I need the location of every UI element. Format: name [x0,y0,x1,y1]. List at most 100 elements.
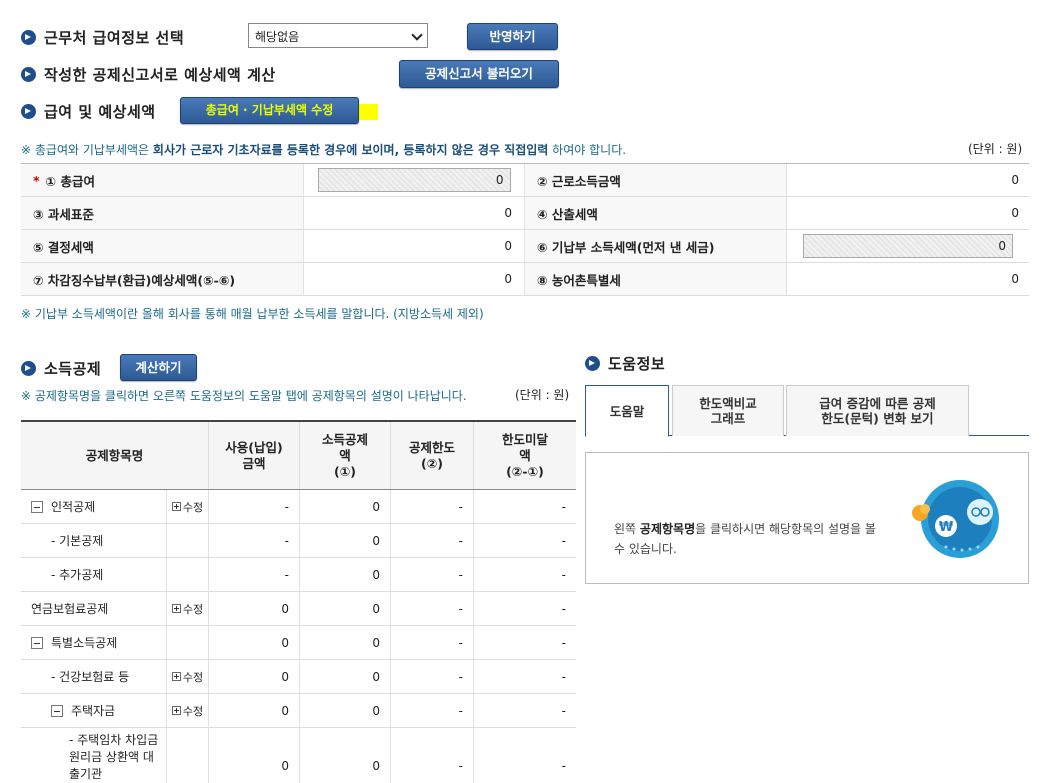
calculate-button[interactable]: 계산하기 [120,354,197,381]
item-name-cell[interactable]: 인적공제 [21,490,167,523]
load-declaration-button[interactable]: 공제신고서 불러오기 [399,60,559,88]
item-name-cell[interactable]: 특별소득공제 [21,626,167,659]
item-name[interactable]: - 추가공제 [21,558,167,591]
used-amount: 0 [209,660,300,693]
limit-amount: - [391,592,474,625]
minus-box-icon[interactable] [51,704,63,717]
arrow-bullet-icon [21,361,36,376]
plus-box-icon [171,706,181,715]
arrow-bullet-icon [21,30,36,45]
salary-label: ⑧ 농어촌특별세 [525,263,787,295]
help-text-part: 왼쪽 [614,522,640,536]
table-row: - 기본공제 - 0 - - [21,524,576,558]
edit-link[interactable]: 수정 [167,592,209,625]
required-mark: * [33,172,40,188]
table-row: 인적공제 수정 - 0 - - [21,490,576,524]
section-title: 작성한 공제신고서로 예상세액 계산 [44,66,276,84]
edit-cell [167,728,209,783]
salary-label: ③ 과세표준 [21,197,304,229]
input-value: 0 [495,173,504,187]
limit-amount: - [391,626,474,659]
used-amount: 0 [209,694,300,727]
edit-link[interactable]: 수정 [167,490,209,523]
salary-label: * ① 총급여 [21,164,304,196]
minus-box-icon[interactable] [31,500,43,513]
tab-threshold-change[interactable]: 급여 증감에 따른 공제 한도(문턱) 변화 보기 [786,385,969,436]
section-income-deduction: 소득공제 [21,358,101,379]
section-salary-estimate: 급여 및 예상세액 [21,101,156,122]
help-content-box: 왼쪽 공제항목명을 클릭하시면 해당항목의 설명을 볼 수 있습니다. ₩ [585,452,1029,584]
edit-link[interactable]: 수정 [167,660,209,693]
header-item-name: 공제항목명 [21,422,209,489]
item-name-cell[interactable]: 주택자금 [21,694,167,727]
edit-cell [167,558,209,591]
apply-button[interactable]: 반영하기 [467,23,558,50]
notice-text: 하여야 합니다. [548,143,627,157]
notice-bold: 회사가 근로자 기초자료를 등록한 경우에 보이며, 등록하지 않은 경우 직접… [152,143,549,157]
item-name[interactable]: 연금보험료공제 [21,592,167,625]
salary-label: ④ 산출세액 [525,197,787,229]
help-text-bold: 공제항목명 [639,522,696,536]
item-name[interactable]: - 주택임차 차입금 원리금 상환액 대출기관 [21,728,167,783]
salary-row: ③ 과세표준 0 ④ 산출세액 0 [21,197,1029,230]
notice-text: ※ 총급여와 기납부세액은 [21,143,153,157]
edit-link[interactable]: 수정 [167,694,209,727]
edit-label[interactable]: 수정 [183,669,203,685]
item-name[interactable]: 주택자금 [71,702,115,719]
plus-box-icon [171,604,181,613]
salary-value-cell: 0 [304,164,525,196]
total-salary-input[interactable]: 0 [317,168,511,192]
item-name[interactable]: - 기본공제 [21,524,167,557]
prepaid-tax-input[interactable]: 0 [803,234,1013,258]
table-header: 공제항목명 사용(납입) 금액 소득공제 액 (①) 공제한도 (②) 한도미달… [21,422,576,490]
section-title: 도움정보 [608,355,666,373]
deduction-notice: ※ 공제항목명을 클릭하면 오른쪽 도움정보의 도움말 탭에 공제항목의 설명이… [21,389,467,403]
minus-box-icon[interactable] [31,636,43,649]
remaining-amount: - [561,703,566,718]
unit-label: (단위 : 원) [968,142,1023,156]
deduction-amount: 0 [300,592,391,625]
used-amount: - [209,524,300,557]
edit-salary-button[interactable]: 총급여 · 기납부세액 수정 [180,97,359,124]
edit-label[interactable]: 수정 [183,601,203,617]
deduction-amount: 0 [300,626,391,659]
tab-limit-graph[interactable]: 한도액비교 그래프 [672,385,784,436]
plus-box-icon [171,502,181,511]
employer-select[interactable]: 해당없음 [248,23,428,48]
edit-label[interactable]: 수정 [183,499,203,515]
section-title: 급여 및 예상세액 [44,103,156,121]
table-row: - 추가공제 - 0 - - [21,558,576,592]
header-used-amount: 사용(납입) 금액 [209,422,300,489]
arrow-bullet-icon [21,67,36,82]
remaining-amount: - [561,601,566,616]
salary-value: 0 [1011,173,1019,187]
tab-help[interactable]: 도움말 [585,385,669,437]
table-row: 특별소득공제 0 0 - - [21,626,576,660]
salary-row: ⑤ 결정세액 0 ⑥ 기납부 소득세액(먼저 낸 세금) 0 [21,230,1029,263]
arrow-bullet-icon [585,356,600,371]
salary-value: 0 [1011,272,1019,286]
remaining-amount: - [561,635,566,650]
item-name[interactable]: 특별소득공제 [51,634,117,651]
remaining-amount: - [561,499,566,514]
salary-label: ② 근로소득금액 [525,164,787,196]
limit-amount: - [391,728,474,783]
item-name[interactable]: - 건강보험료 등 [21,660,167,693]
employer-select-value: 해당없음 [255,30,300,44]
label-text: ① 총급여 [45,173,95,189]
salary-row: ⑦ 차감징수납부(환급)예상세액(⑤-⑥) 0 ⑧ 농어촌특별세 0 [21,263,1029,296]
used-amount: 0 [209,728,300,783]
section-title: 소득공제 [44,360,102,378]
salary-value-cell: 0 [787,230,1029,262]
edit-label[interactable]: 수정 [183,703,203,719]
item-name[interactable]: 인적공제 [51,498,95,515]
section-employer-salary: 근무처 급여정보 선택 [21,27,184,48]
section-title: 근무처 급여정보 선택 [44,29,185,47]
limit-amount: - [391,490,474,523]
deduction-amount: 0 [300,728,391,783]
unit-label: (단위 : 원) [515,388,570,402]
help-text: 왼쪽 공제항목명을 클릭하시면 해당항목의 설명을 볼 수 있습니다. [614,519,884,559]
deduction-amount: 0 [300,490,391,523]
remaining-amount: - [561,669,566,684]
section-help: 도움정보 [585,353,665,374]
